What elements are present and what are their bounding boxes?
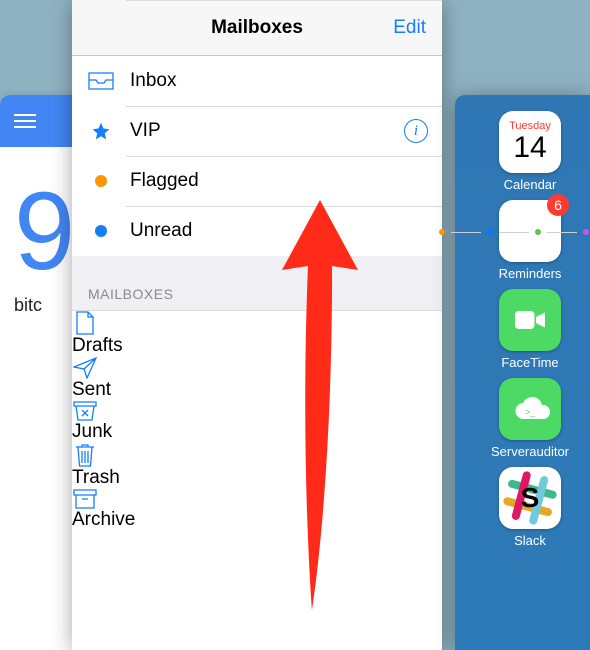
mailbox-label: Trash: [72, 467, 442, 489]
junk-icon: [72, 401, 98, 421]
mailbox-label: Sent: [72, 379, 442, 401]
app-reminders[interactable]: 6 Reminders: [484, 200, 576, 281]
star-icon: [88, 121, 114, 141]
mailbox-label: Archive: [72, 509, 442, 531]
page-title: Mailboxes: [211, 17, 303, 39]
facetime-icon: [499, 289, 561, 351]
mailbox-label: Drafts: [72, 335, 442, 357]
app-facetime[interactable]: FaceTime: [484, 289, 576, 370]
serverauditor-icon: >_: [499, 378, 561, 440]
slack-icon: S: [499, 467, 561, 529]
mailbox-row-unread[interactable]: Unread: [72, 206, 442, 256]
mailbox-row-drafts[interactable]: Drafts: [72, 311, 442, 357]
navbar: Mailboxes Edit: [72, 0, 442, 56]
mailbox-row-trash[interactable]: Trash: [72, 443, 442, 489]
slideover-panel[interactable]: Tuesday 14 Calendar 6 Reminders FaceTime…: [455, 95, 590, 650]
calendar-icon: Tuesday 14: [499, 111, 561, 173]
info-icon[interactable]: i: [404, 119, 428, 143]
app-serverauditor[interactable]: >_ Serverauditor: [484, 378, 576, 459]
app-label: Calendar: [504, 177, 557, 192]
app-label: Reminders: [499, 266, 562, 281]
mailbox-row-flagged[interactable]: Flagged: [72, 156, 442, 206]
slack-letter: S: [521, 482, 540, 514]
inbox-icon: [88, 72, 114, 90]
mailbox-row-inbox[interactable]: Inbox: [72, 56, 442, 106]
app-label: Serverauditor: [491, 444, 569, 459]
archive-icon: [72, 489, 98, 509]
mailbox-label: Inbox: [130, 70, 428, 92]
app-label: Slack: [514, 533, 546, 548]
mailbox-row-junk[interactable]: Junk: [72, 401, 442, 443]
mail-app-card: Mailboxes Edit Inbox VIP i Flagged Unrea…: [72, 0, 442, 650]
section-header: MAILBOXES: [72, 256, 442, 310]
mailbox-label: VIP: [130, 120, 404, 142]
trash-icon: [72, 443, 98, 467]
unread-dot-icon: [88, 225, 114, 237]
svg-text:>_: >_: [525, 407, 536, 417]
calendar-day-number: 14: [513, 133, 546, 163]
reminders-icon: 6: [499, 200, 561, 262]
mailbox-label: Flagged: [130, 170, 428, 192]
mailbox-row-archive[interactable]: Archive: [72, 489, 442, 531]
drafts-icon: [72, 311, 98, 335]
mailbox-label: Junk: [72, 421, 442, 443]
favorites-section: Inbox VIP i Flagged Unread: [72, 56, 442, 256]
app-slack[interactable]: S Slack: [484, 467, 576, 548]
mailbox-row-vip[interactable]: VIP i: [72, 106, 442, 156]
app-label: FaceTime: [501, 355, 558, 370]
notification-badge: 6: [547, 194, 569, 216]
hamburger-icon: [14, 114, 36, 128]
mailboxes-section: Drafts Sent Junk Trash Archive: [72, 310, 442, 650]
flag-dot-icon: [88, 175, 114, 187]
edit-button[interactable]: Edit: [393, 0, 426, 55]
mailbox-row-sent[interactable]: Sent: [72, 357, 442, 401]
sent-icon: [72, 357, 98, 379]
mailbox-label: Unread: [130, 220, 428, 242]
app-calendar[interactable]: Tuesday 14 Calendar: [484, 111, 576, 192]
